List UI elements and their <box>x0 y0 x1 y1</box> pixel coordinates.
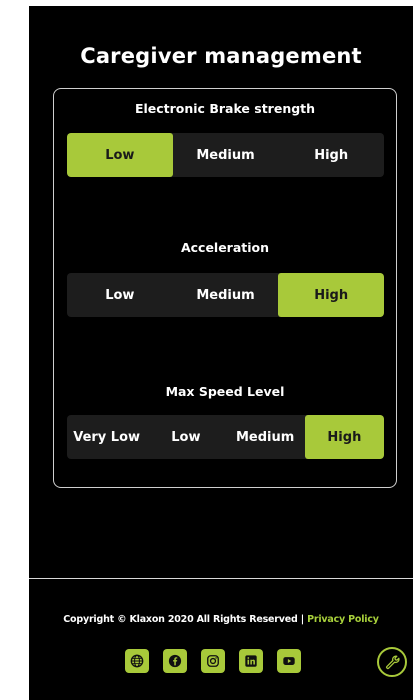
brake-option-low[interactable]: Low <box>67 133 173 177</box>
wrench-icon[interactable] <box>377 647 407 677</box>
youtube-icon[interactable] <box>277 649 301 673</box>
acceleration-label: Acceleration <box>180 240 270 255</box>
copyright-label: Copyright © Klaxon 2020 All Rights Reser… <box>63 614 308 625</box>
footer-divider <box>29 578 413 579</box>
brake-strength-selector: Low Medium High <box>67 133 384 177</box>
brake-option-medium[interactable]: Medium <box>173 133 279 177</box>
acceleration-option-low[interactable]: Low <box>67 273 173 317</box>
brake-option-high[interactable]: High <box>278 133 384 177</box>
speed-option-high[interactable]: High <box>304 415 384 459</box>
brake-strength-label: Electronic Brake strength <box>134 101 316 116</box>
social-links <box>125 649 301 673</box>
linkedin-icon[interactable] <box>239 649 263 673</box>
settings-card: Electronic Brake strength Low Medium Hig… <box>53 88 397 488</box>
copyright-text: Copyright © Klaxon 2020 All Rights Reser… <box>29 614 413 625</box>
speed-option-very-low[interactable]: Very Low <box>67 415 146 459</box>
facebook-icon[interactable] <box>163 649 187 673</box>
speed-option-low[interactable]: Low <box>146 415 225 459</box>
instagram-icon[interactable] <box>201 649 225 673</box>
acceleration-option-high[interactable]: High <box>278 273 384 317</box>
max-speed-selector: Very Low Low Medium High <box>67 415 384 459</box>
privacy-policy-link[interactable]: Privacy Policy <box>307 614 379 625</box>
acceleration-selector: Low Medium High <box>67 273 384 317</box>
app-screen: Caregiver management Electronic Brake st… <box>29 6 413 700</box>
page-title: Caregiver management <box>80 44 362 68</box>
speed-option-medium[interactable]: Medium <box>226 415 305 459</box>
acceleration-option-medium[interactable]: Medium <box>173 273 279 317</box>
max-speed-label: Max Speed Level <box>165 384 285 399</box>
globe-icon[interactable] <box>125 649 149 673</box>
